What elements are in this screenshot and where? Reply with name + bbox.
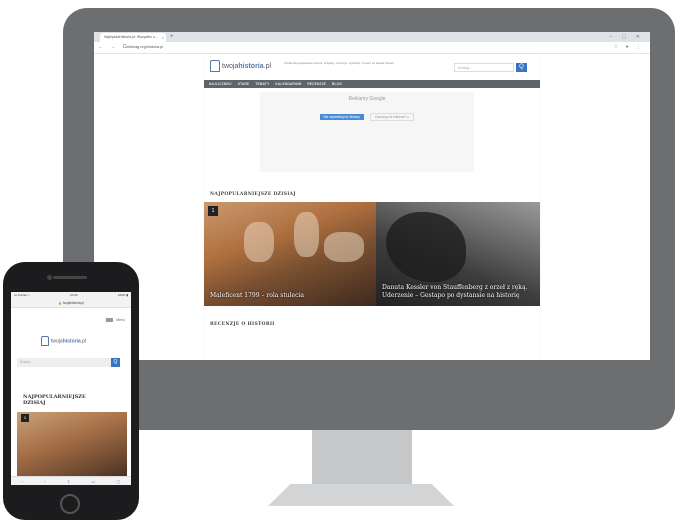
status-carrier: ▪▪▪ Carrier ≈	[14, 293, 30, 297]
article-title[interactable]: Maleficent 1799 – rola stulecia	[210, 292, 370, 300]
castle-logo-icon	[41, 336, 49, 346]
logo-suffix: .pl	[80, 338, 87, 345]
castle-logo-icon	[210, 60, 220, 72]
menu-label: Menu	[116, 318, 125, 322]
painting-figure	[324, 232, 364, 262]
logo-text-plain: twoja	[51, 338, 63, 345]
rank-badge: 1	[21, 414, 29, 422]
phone-article-image[interactable]	[17, 412, 127, 482]
monitor-stand-base	[268, 484, 454, 506]
menu-item[interactable]: KALENDARIUM	[275, 82, 301, 86]
phone-home-button[interactable]	[60, 494, 80, 514]
forward-icon[interactable]: ›	[44, 479, 45, 484]
url-field[interactable]: histmag.org/historia.pl	[126, 44, 163, 51]
phone-speaker	[53, 276, 87, 279]
article-card[interactable]: 1 Maleficent 1799 – rola stulecia	[204, 202, 376, 306]
mobile-phone: ▪▪▪ Carrier ≈ 10:00 100% ▮ 🔒 twojahistor…	[3, 262, 139, 520]
menu-item[interactable]: STARE	[238, 82, 250, 86]
phone-bottom-bar: ‹ › ⇧ ▭ ▢	[11, 476, 131, 485]
phone-section-title: NAJPOPULARNIEJSZE DZISIAJ	[23, 394, 86, 406]
why-ad-button[interactable]: Dlaczego ta reklama? ▷	[370, 113, 415, 121]
section-title-reviews: RECENZJE O HISTORII	[210, 322, 275, 327]
section-title-popular: NAJPOPULARNIEJSZE DZISIAJ	[210, 192, 296, 197]
menu-item[interactable]: TEMATY	[255, 82, 269, 86]
desktop-screen: NajlepszaHistoria.pl: Wszystko o... × + …	[94, 32, 650, 360]
phone-menu-button[interactable]: Menu	[106, 318, 125, 323]
nav-arrows-icon[interactable]: ← → C	[98, 42, 129, 53]
site-tagline: Portal dla pasjonatów historii. Artykuły…	[284, 61, 395, 65]
status-time: 10:00	[69, 293, 78, 297]
hide-ad-button[interactable]: Nie wyświetlaj tej reklamy	[319, 114, 364, 120]
article-title[interactable]: Danuta Kessler von Stauffenberg z orzeł …	[382, 284, 534, 300]
bookmarks-icon[interactable]: ▭	[91, 479, 95, 484]
search-input[interactable]: Szukaj...	[454, 63, 514, 72]
menu-item[interactable]: BLOG	[332, 82, 342, 86]
phone-url-bar[interactable]: 🔒 twojahistoria.pl	[11, 299, 131, 308]
title-line: DZISIAJ	[23, 400, 46, 406]
logo-text-plain: twoja	[222, 62, 239, 70]
browser-tab[interactable]: NajlepszaHistoria.pl: Wszystko o... ×	[100, 33, 166, 42]
new-tab-button[interactable]: +	[170, 32, 174, 42]
phone-status-bar: ▪▪▪ Carrier ≈ 10:00 100% ▮	[11, 292, 131, 299]
site-logo[interactable]: twojahistoria.pl	[210, 60, 271, 72]
phone-search-input[interactable]: Szukaj...	[17, 358, 111, 367]
phone-screen: ▪▪▪ Carrier ≈ 10:00 100% ▮ 🔒 twojahistor…	[11, 292, 131, 485]
logo-suffix: .pl	[263, 62, 272, 70]
logo-text-bold: historia	[238, 62, 264, 70]
article-card[interactable]: Danuta Kessler von Stauffenberg z orzeł …	[376, 202, 540, 306]
search-icon[interactable]: Q	[516, 63, 527, 72]
status-battery: 100% ▮	[117, 293, 128, 297]
back-icon[interactable]: ‹	[22, 479, 23, 484]
browser-menu-icon[interactable]: ☆ ● ⋮	[614, 42, 644, 53]
painting-figure	[244, 222, 274, 262]
menu-item[interactable]: RECENZJE	[307, 82, 326, 86]
website: twojahistoria.pl Portal dla pasjonatów h…	[204, 54, 540, 360]
menu-item[interactable]: NAJLICZNIEJ	[209, 82, 232, 86]
main-menu: NAJLICZNIEJ STARE TEMATY KALENDARIUM REC…	[204, 80, 540, 88]
logo-text-bold: historia	[62, 338, 81, 345]
window-controls[interactable]: – ▢ ✕	[610, 32, 644, 42]
browser-addressbar: ← → C histmag.org/historia.pl ☆ ● ⋮	[94, 42, 650, 54]
share-icon[interactable]: ⇧	[67, 479, 70, 484]
browser-tabbar: NajlepszaHistoria.pl: Wszystko o... × + …	[94, 32, 650, 42]
google-ad: Reklamy Google Nie wyświetlaj tej reklam…	[260, 92, 474, 172]
horse-photo	[386, 212, 466, 282]
search-icon[interactable]: Q	[111, 358, 120, 367]
tab-close-icon[interactable]: ×	[162, 33, 164, 42]
monitor-stand-neck	[312, 430, 412, 484]
painting-figure	[294, 212, 319, 257]
site-header: twojahistoria.pl Portal dla pasjonatów h…	[204, 54, 540, 80]
desktop-monitor: NajlepszaHistoria.pl: Wszystko o... × + …	[63, 8, 675, 430]
tabs-icon[interactable]: ▢	[117, 479, 121, 484]
tab-title: NajlepszaHistoria.pl: Wszystko o...	[104, 35, 158, 39]
rank-badge: 1	[208, 206, 218, 216]
phone-logo[interactable]: twojahistoria.pl	[41, 336, 86, 346]
ad-title: Reklamy Google	[348, 96, 386, 102]
hamburger-icon	[106, 318, 114, 323]
phone-camera	[47, 275, 52, 280]
